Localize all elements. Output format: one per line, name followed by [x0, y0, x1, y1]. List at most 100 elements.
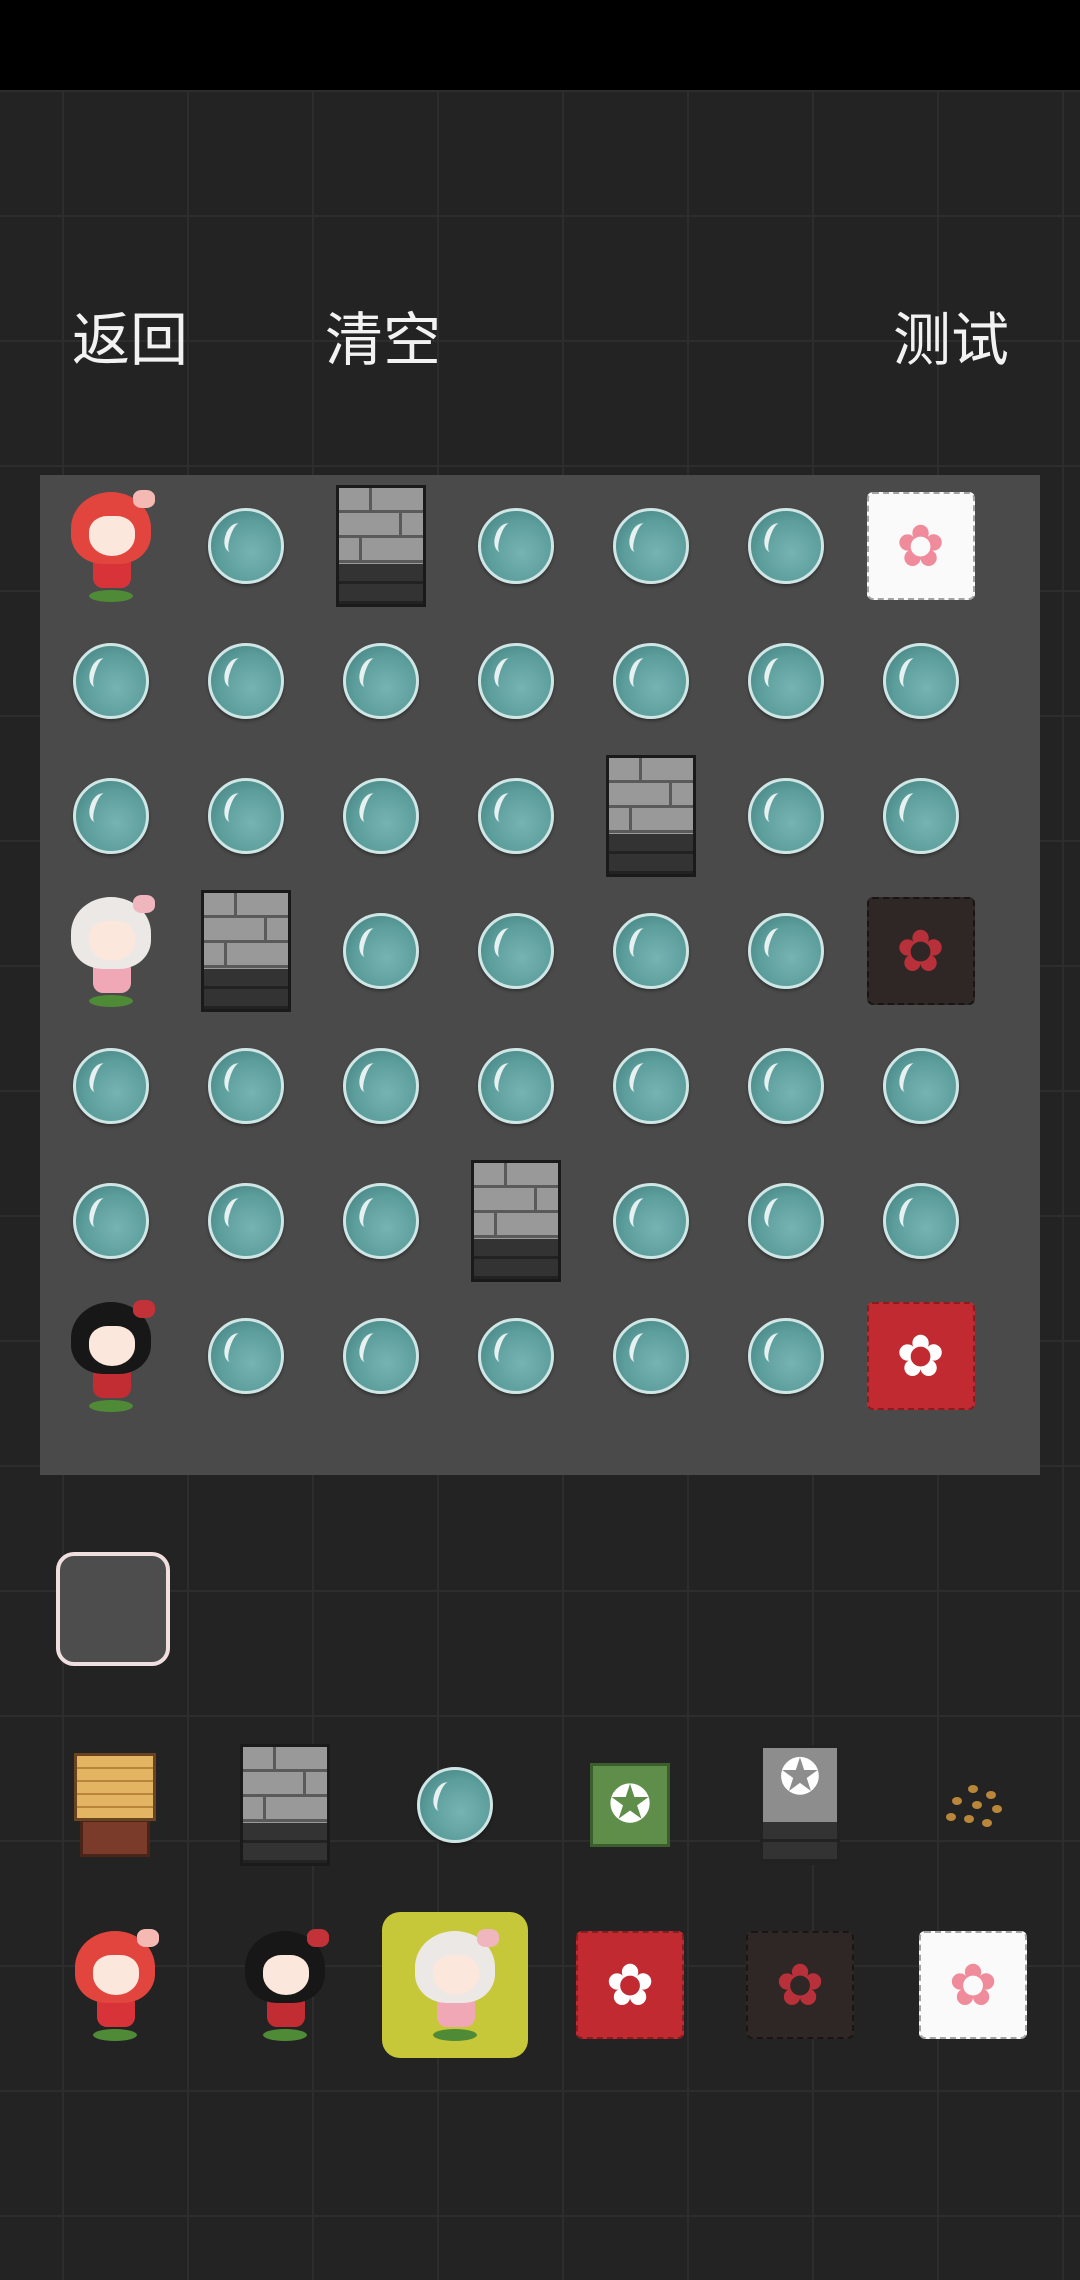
- board-cell[interactable]: [583, 478, 718, 613]
- board-cell[interactable]: ✿: [853, 1288, 988, 1423]
- stone-wall-icon: [335, 484, 426, 607]
- selected-item-slot[interactable]: [56, 1552, 170, 1666]
- scattered-seeds-icon: [938, 1775, 1008, 1835]
- board-cell[interactable]: [583, 1153, 718, 1288]
- girl-red-sprite: [61, 486, 161, 606]
- bubble-icon: [612, 1182, 689, 1259]
- board-cell[interactable]: [178, 748, 313, 883]
- board-cell[interactable]: [178, 883, 313, 1018]
- level-board: ✿ ✿ ✿: [40, 475, 1040, 1475]
- board-cell[interactable]: [583, 748, 718, 883]
- girl-red-sprite: [65, 1925, 165, 2045]
- palette-item-girl-red[interactable]: [50, 1920, 180, 2050]
- bubble-icon: [207, 507, 284, 584]
- board-cell[interactable]: [448, 1018, 583, 1153]
- board-cell[interactable]: [178, 1018, 313, 1153]
- board-cell[interactable]: [178, 1153, 313, 1288]
- palette-item-girl-black[interactable]: [220, 1920, 350, 2050]
- bubble-icon: [747, 1047, 824, 1124]
- board-cell[interactable]: [718, 883, 853, 1018]
- palette-item-tile-white[interactable]: ✿: [908, 1920, 1038, 2050]
- board-cell[interactable]: [853, 1018, 988, 1153]
- board-cell[interactable]: [313, 1153, 448, 1288]
- pentagram-tile-icon: ✪: [590, 1763, 670, 1847]
- board-cell[interactable]: [43, 883, 178, 1018]
- palette-item-pentagram-wall[interactable]: ✪: [735, 1740, 865, 1870]
- board-cell[interactable]: [583, 883, 718, 1018]
- bubble-icon: [612, 1047, 689, 1124]
- board-cell[interactable]: [313, 1018, 448, 1153]
- board-cell[interactable]: [313, 478, 448, 613]
- palette-item-tile-red[interactable]: ✿: [565, 1920, 695, 2050]
- palette-item-pentagram-tile[interactable]: ✪: [565, 1740, 695, 1870]
- palette-item-crate[interactable]: [50, 1740, 180, 1870]
- board-cell[interactable]: [313, 883, 448, 1018]
- bubble-icon: [72, 642, 149, 719]
- bubble-icon: [207, 1182, 284, 1259]
- bubble-icon: [477, 1317, 554, 1394]
- board-cell[interactable]: [448, 613, 583, 748]
- bubble-icon: [612, 1317, 689, 1394]
- board-cell[interactable]: [43, 1288, 178, 1423]
- board-cell[interactable]: [583, 1288, 718, 1423]
- bubble-icon: [477, 777, 554, 854]
- board-cell[interactable]: [718, 1288, 853, 1423]
- bubble-icon: [477, 912, 554, 989]
- board-cell[interactable]: [178, 478, 313, 613]
- bubble-icon: [342, 1317, 419, 1394]
- board-cell[interactable]: [853, 613, 988, 748]
- bubble-icon: [882, 1182, 959, 1259]
- board-cell[interactable]: [583, 1018, 718, 1153]
- board-cell[interactable]: [313, 1288, 448, 1423]
- test-button[interactable]: 测试: [893, 300, 1009, 380]
- pentagram-wall-icon: ✪: [760, 1745, 840, 1865]
- board-cell[interactable]: [718, 478, 853, 613]
- palette-item-wall[interactable]: [220, 1740, 350, 1870]
- board-cell[interactable]: [43, 478, 178, 613]
- board-cell[interactable]: [718, 1018, 853, 1153]
- board-cell[interactable]: [718, 613, 853, 748]
- board-cell[interactable]: [853, 748, 988, 883]
- board-cell[interactable]: ✿: [853, 478, 988, 613]
- flower-tile-dark-icon: ✿: [746, 1931, 854, 2039]
- status-bar: [0, 0, 1080, 90]
- bubble-icon: [342, 1182, 419, 1259]
- bubble-icon: [72, 777, 149, 854]
- board-cell[interactable]: [448, 883, 583, 1018]
- board-cell[interactable]: [43, 1018, 178, 1153]
- board-cell[interactable]: [448, 748, 583, 883]
- board-cell[interactable]: [448, 1153, 583, 1288]
- board-cell[interactable]: [448, 478, 583, 613]
- bubble-icon: [747, 777, 824, 854]
- board-cell[interactable]: [448, 1288, 583, 1423]
- board-cell[interactable]: [313, 748, 448, 883]
- back-button[interactable]: 返回: [72, 300, 188, 380]
- palette-item-girl-white[interactable]: [382, 1912, 528, 2058]
- bubble-icon: [477, 642, 554, 719]
- board-cell[interactable]: [43, 748, 178, 883]
- bubble-icon: [747, 507, 824, 584]
- palette-item-tile-dark[interactable]: ✿: [735, 1920, 865, 2050]
- girl-white-sprite: [61, 891, 161, 1011]
- bubble-icon: [477, 1047, 554, 1124]
- board-cell[interactable]: [718, 748, 853, 883]
- board-cell[interactable]: [43, 613, 178, 748]
- flower-tile-white-icon: ✿: [919, 1931, 1027, 2039]
- palette-item-scattered-dots[interactable]: [908, 1740, 1038, 1870]
- board-cell[interactable]: [178, 1288, 313, 1423]
- board-cell[interactable]: ✿: [853, 883, 988, 1018]
- clear-button[interactable]: 清空: [325, 300, 441, 380]
- girl-white-sprite: [405, 1925, 505, 2045]
- bubble-icon: [342, 777, 419, 854]
- board-cell[interactable]: [178, 613, 313, 748]
- girl-black-sprite: [235, 1925, 335, 2045]
- palette-item-bubble[interactable]: [390, 1740, 520, 1870]
- board-cell[interactable]: [583, 613, 718, 748]
- board-cell[interactable]: [853, 1153, 988, 1288]
- board-cell[interactable]: [313, 613, 448, 748]
- board-cell[interactable]: [43, 1153, 178, 1288]
- flower-tile-dark-icon: ✿: [866, 896, 975, 1005]
- bubble-icon: [342, 1047, 419, 1124]
- board-cell[interactable]: [718, 1153, 853, 1288]
- bubble-icon: [342, 642, 419, 719]
